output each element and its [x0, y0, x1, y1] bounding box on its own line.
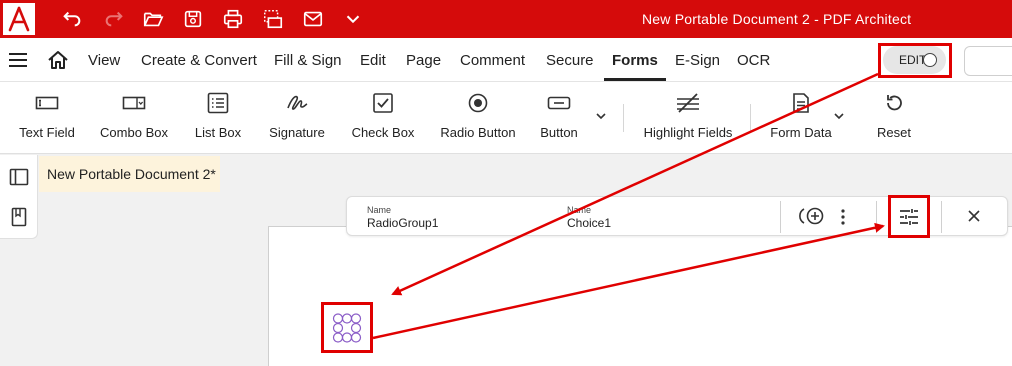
toolbar-divider: [623, 104, 624, 132]
menu-edit[interactable]: Edit: [360, 52, 386, 69]
active-menu-indicator: [604, 78, 666, 81]
list-box-button[interactable]: List Box: [194, 90, 242, 146]
choice-name-caption: Name: [567, 205, 592, 215]
button-dropdown-chevron-icon[interactable]: [595, 109, 607, 121]
chevron-down-icon[interactable]: [339, 6, 367, 32]
signature-icon: [285, 90, 309, 116]
save-icon[interactable]: [179, 6, 207, 32]
signature-label: Signature: [269, 125, 325, 140]
search-input[interactable]: [964, 46, 1012, 76]
button-icon: [547, 90, 571, 116]
print-icon[interactable]: [219, 6, 247, 32]
properties-divider: [941, 201, 942, 233]
choice-name-value: Choice1: [567, 216, 612, 230]
group-name-caption: Name: [367, 205, 392, 215]
highlight-fields-button[interactable]: Highlight Fields: [641, 90, 735, 146]
group-name-value: RadioGroup1: [367, 216, 439, 230]
button-tool-button[interactable]: Button: [536, 90, 582, 146]
add-radio-choice-icon[interactable]: [799, 205, 827, 227]
more-options-icon[interactable]: [838, 207, 848, 227]
menu-create-convert[interactable]: Create & Convert: [141, 52, 257, 69]
scan-icon[interactable]: [259, 6, 287, 32]
properties-divider: [780, 201, 781, 233]
combo-box-button[interactable]: Combo Box: [100, 90, 168, 146]
menu-bar: View Create & Convert Fill & Sign Edit P…: [0, 38, 1012, 82]
text-field-button[interactable]: Text Field: [18, 90, 76, 146]
menu-forms[interactable]: Forms: [612, 52, 658, 69]
home-icon[interactable]: [47, 50, 69, 70]
menu-secure[interactable]: Secure: [546, 52, 594, 69]
left-side-panel: [0, 155, 38, 239]
pdf-page[interactable]: [268, 226, 1012, 366]
check-box-button[interactable]: Check Box: [351, 90, 415, 146]
annotation-box-radio-group: [321, 302, 373, 353]
list-box-label: List Box: [194, 125, 242, 140]
choice-name-field[interactable]: Name Choice1: [567, 205, 611, 230]
reset-icon: [883, 90, 905, 116]
document-tab-title: New Portable Document 2*: [47, 166, 216, 182]
list-box-icon: [207, 90, 229, 116]
form-data-label: Form Data: [770, 125, 832, 140]
text-field-icon: [35, 90, 59, 116]
radio-button-button[interactable]: Radio Button: [440, 90, 516, 146]
menu-ocr[interactable]: OCR: [737, 52, 770, 69]
sidebar-panel-icon[interactable]: [9, 167, 29, 187]
text-field-label: Text Field: [19, 125, 75, 140]
menu-comment[interactable]: Comment: [460, 52, 525, 69]
email-icon[interactable]: [299, 6, 327, 32]
combo-box-icon: [122, 90, 146, 116]
combo-box-label: Combo Box: [100, 125, 168, 140]
close-icon[interactable]: [967, 209, 981, 223]
signature-button[interactable]: Signature: [268, 90, 326, 146]
form-data-button[interactable]: Form Data: [769, 90, 833, 146]
title-bar: New Portable Document 2 - PDF Architect: [0, 0, 1012, 38]
form-data-icon: [791, 90, 811, 116]
forms-toolbar: Text Field Combo Box List Box Signature …: [0, 82, 1012, 154]
window-title: New Portable Document 2 - PDF Architect: [642, 11, 912, 27]
annotation-box-edit-toggle: [878, 43, 952, 78]
properties-divider: [876, 201, 877, 233]
reset-label: Reset: [877, 125, 911, 140]
annotation-box-settings: [888, 195, 930, 238]
bookmark-icon[interactable]: [9, 207, 29, 227]
group-name-field[interactable]: Name RadioGroup1: [367, 205, 438, 230]
redo-icon: [100, 6, 128, 32]
document-tab[interactable]: New Portable Document 2*: [39, 156, 220, 192]
highlight-fields-icon: [675, 90, 701, 116]
menu-view[interactable]: View: [88, 52, 120, 69]
form-data-dropdown-chevron-icon[interactable]: [833, 109, 845, 121]
reset-button[interactable]: Reset: [874, 90, 914, 146]
toolbar-divider: [750, 104, 751, 132]
radio-button-label: Radio Button: [440, 125, 516, 140]
menu-page[interactable]: Page: [406, 52, 441, 69]
app-logo-icon[interactable]: [0, 0, 38, 38]
menu-fill-sign[interactable]: Fill & Sign: [274, 52, 342, 69]
hamburger-menu-icon[interactable]: [8, 51, 28, 69]
check-box-icon: [372, 90, 394, 116]
highlight-fields-label: Highlight Fields: [643, 125, 733, 140]
open-folder-icon[interactable]: [139, 6, 167, 32]
menu-e-sign[interactable]: E-Sign: [675, 52, 720, 69]
button-label: Button: [540, 125, 578, 140]
radio-button-icon: [467, 90, 489, 116]
undo-icon[interactable]: [58, 6, 86, 32]
check-box-label: Check Box: [351, 125, 415, 140]
